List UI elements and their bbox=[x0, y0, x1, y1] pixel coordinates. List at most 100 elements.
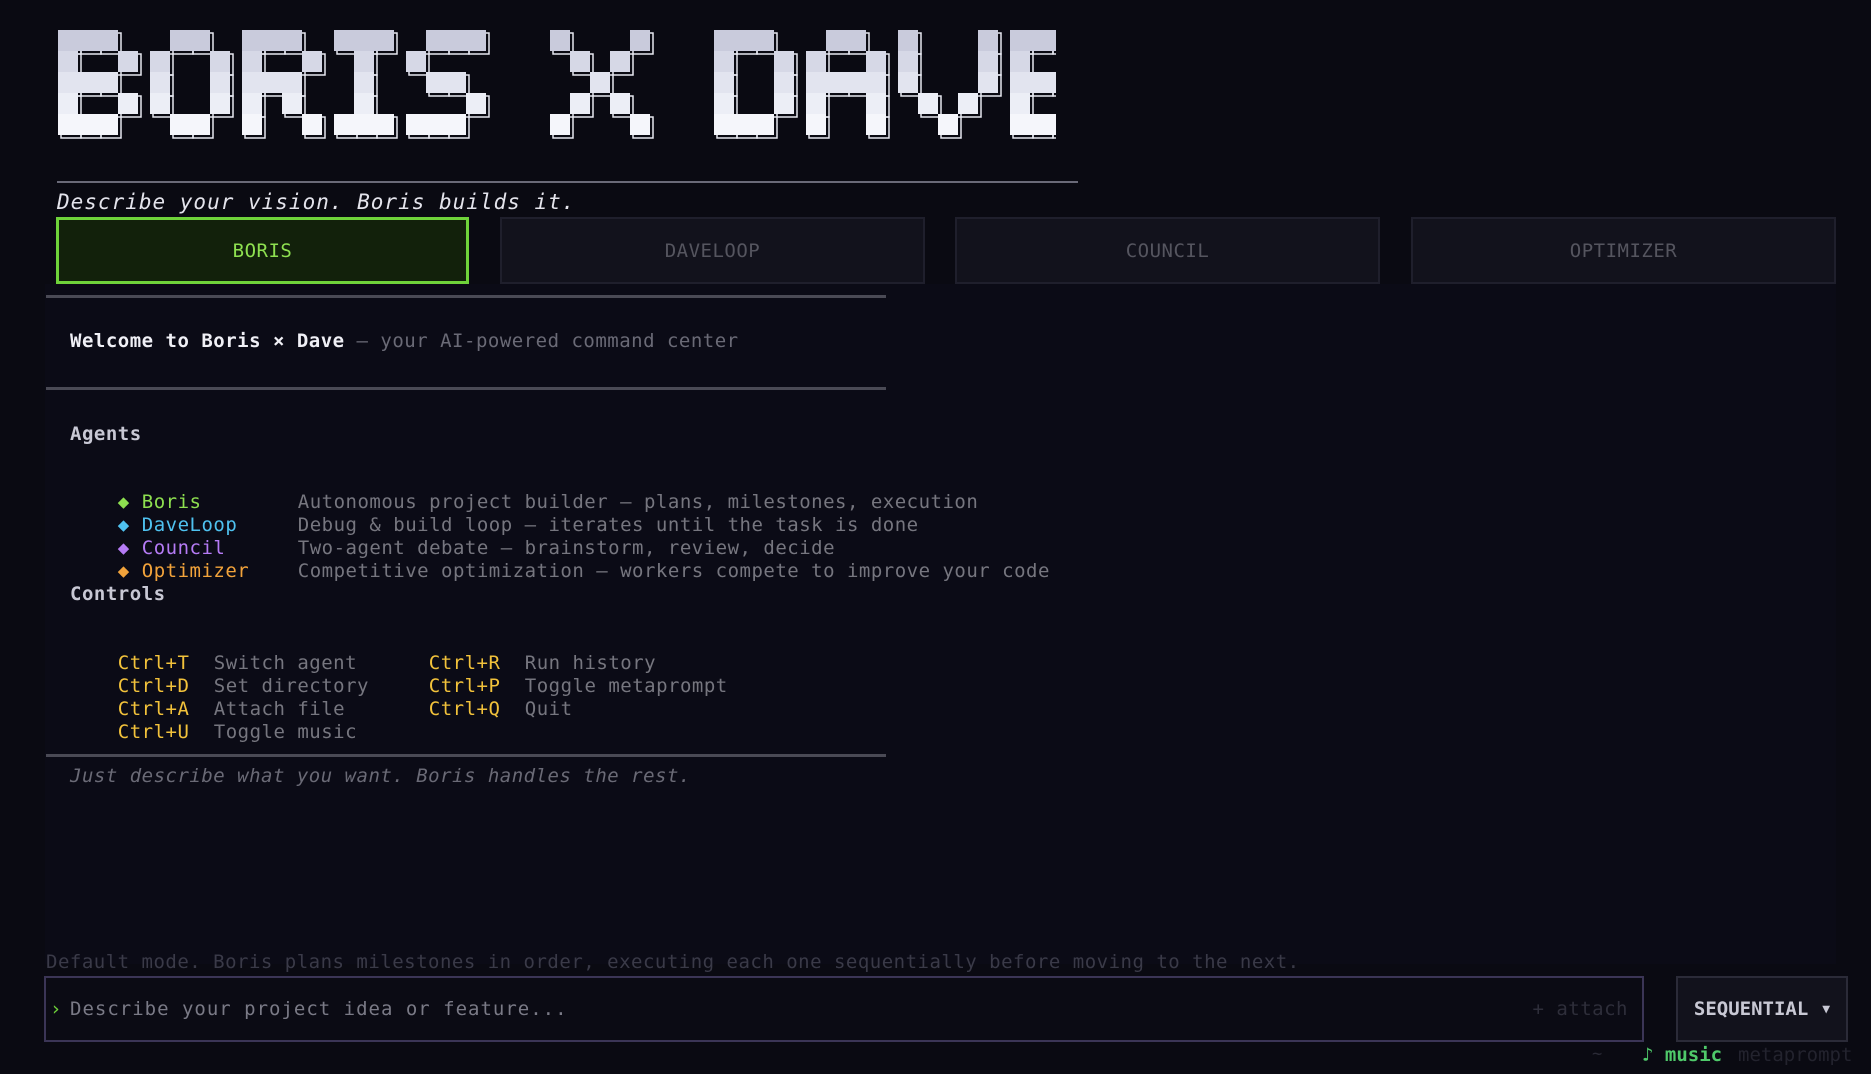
shortcut-key: Ctrl+U bbox=[117, 721, 190, 743]
logo-pixel bbox=[1010, 93, 1030, 114]
logo-art bbox=[58, 30, 1056, 139]
logo-pixel bbox=[242, 114, 262, 135]
logo-pixel bbox=[282, 72, 302, 93]
logo-pixel bbox=[210, 93, 230, 114]
logo-pixel bbox=[334, 30, 354, 51]
logo-pixel bbox=[938, 114, 958, 135]
content-panel bbox=[45, 284, 1836, 964]
logo-pixel bbox=[806, 114, 826, 135]
agent-description: Competitive optimization — workers compe… bbox=[297, 560, 1050, 582]
welcome-subtitle: — your AI-powered command center bbox=[344, 330, 739, 352]
logo-pixel bbox=[734, 30, 754, 51]
logo-pixel bbox=[58, 51, 78, 72]
tab-boris[interactable]: BORIS bbox=[56, 217, 469, 284]
logo bbox=[56, 26, 1056, 166]
agent-row-optimizer: ◆ Optimizer Competitive optimization — wor… bbox=[70, 537, 1050, 582]
attach-button[interactable]: + attach bbox=[1532, 998, 1628, 1020]
logo-pixel bbox=[98, 72, 118, 93]
logo-pixel bbox=[150, 93, 170, 114]
logo-pixel bbox=[354, 114, 374, 135]
logo-pixel bbox=[918, 93, 938, 114]
logo-pixel bbox=[714, 51, 734, 72]
logo-pixel bbox=[1030, 72, 1050, 93]
logo-pixel bbox=[58, 114, 78, 135]
logo-pixel bbox=[374, 114, 394, 135]
agent-row-daveloop: ◆ DaveLoop Debug & build loop — iterates u… bbox=[70, 491, 919, 536]
status-music-toggle[interactable]: ♪ music bbox=[1642, 1044, 1722, 1066]
logo-pixel bbox=[1030, 114, 1050, 135]
logo-pixel bbox=[210, 51, 230, 72]
shortcut-quit: Ctrl+Q Quit bbox=[381, 675, 573, 720]
status-metaprompt-toggle[interactable]: metaprompt bbox=[1738, 1044, 1852, 1066]
logo-pixel bbox=[98, 30, 118, 51]
agents-heading: Agents bbox=[70, 423, 142, 445]
logo-pixel bbox=[262, 30, 282, 51]
status-directory: ~ bbox=[1592, 1044, 1603, 1064]
logo-pixel bbox=[242, 51, 262, 72]
logo-pixel bbox=[78, 72, 98, 93]
logo-pixel bbox=[78, 30, 98, 51]
logo-pixel bbox=[978, 51, 998, 72]
logo-pixel bbox=[898, 30, 918, 51]
logo-pixel bbox=[426, 72, 446, 93]
logo-pixel bbox=[242, 30, 262, 51]
shortcut-key: Ctrl+Q bbox=[428, 698, 501, 720]
tab-daveloop[interactable]: DAVELOOP bbox=[500, 217, 925, 284]
agent-row-council: ◆ Council Two-agent debate — brainstorm, r… bbox=[70, 514, 835, 559]
prompt-input-box: › + attach bbox=[44, 976, 1644, 1042]
logo-pixel bbox=[958, 93, 978, 114]
logo-pixel bbox=[426, 114, 446, 135]
logo-pixel bbox=[426, 30, 446, 51]
logo-pixel bbox=[262, 72, 282, 93]
project-idea-input[interactable] bbox=[68, 997, 1533, 1021]
logo-pixel bbox=[1010, 30, 1030, 51]
logo-pixel bbox=[866, 72, 886, 93]
logo-pixel bbox=[170, 114, 190, 135]
logo-pixel bbox=[630, 30, 650, 51]
logo-pixel bbox=[170, 30, 190, 51]
logo-pixel bbox=[354, 72, 374, 93]
logo-pixel bbox=[826, 72, 846, 93]
tab-optimizer[interactable]: OPTIMIZER bbox=[1411, 217, 1836, 284]
shortcut-run-history: Ctrl+R Run history bbox=[381, 629, 656, 674]
logo-pixel bbox=[446, 72, 466, 93]
mode-select-value: SEQUENTIAL bbox=[1693, 998, 1809, 1020]
logo-pixel bbox=[150, 51, 170, 72]
logo-pixel bbox=[242, 72, 262, 93]
app-window: Describe your vision. Boris builds it. B… bbox=[0, 0, 1871, 1074]
tagline: Describe your vision. Boris builds it. bbox=[57, 190, 576, 214]
logo-pixel bbox=[406, 51, 426, 72]
shortcut-toggle-music: Ctrl+U Toggle music bbox=[70, 698, 357, 743]
logo-pixel bbox=[446, 114, 466, 135]
logo-pixel bbox=[806, 93, 826, 114]
logo-pixel bbox=[734, 114, 754, 135]
logo-pixel bbox=[866, 51, 886, 72]
logo-pixel bbox=[714, 93, 734, 114]
logo-pixel bbox=[610, 93, 630, 114]
logo-pixel bbox=[806, 72, 826, 93]
chevron-down-icon: ▼ bbox=[1822, 1001, 1831, 1017]
logo-pixel bbox=[754, 30, 774, 51]
logo-pixel bbox=[570, 93, 590, 114]
logo-pixel bbox=[866, 114, 886, 135]
logo-pixel bbox=[282, 93, 302, 114]
logo-pixel bbox=[98, 114, 118, 135]
logo-pixel bbox=[58, 93, 78, 114]
logo-pixel bbox=[150, 72, 170, 93]
shortcut-set-directory: Ctrl+D Set directory bbox=[70, 652, 369, 697]
agent-row-boris: ◆ Boris Autonomous project builder — plans… bbox=[70, 468, 978, 513]
logo-pixel bbox=[714, 30, 734, 51]
logo-pixel bbox=[1030, 30, 1050, 51]
tab-council[interactable]: COUNCIL bbox=[955, 217, 1380, 284]
mode-select[interactable]: SEQUENTIAL ▼ bbox=[1676, 976, 1848, 1042]
divider-top bbox=[46, 295, 886, 298]
logo-pixel bbox=[466, 30, 486, 51]
logo-pixel bbox=[846, 72, 866, 93]
logo-pixel bbox=[242, 93, 262, 114]
logo-pixel bbox=[190, 30, 210, 51]
logo-pixel bbox=[1050, 72, 1056, 93]
logo-pixel bbox=[282, 30, 302, 51]
logo-pixel bbox=[1010, 114, 1030, 135]
logo-pixel bbox=[1010, 72, 1030, 93]
logo-pixel bbox=[354, 51, 374, 72]
